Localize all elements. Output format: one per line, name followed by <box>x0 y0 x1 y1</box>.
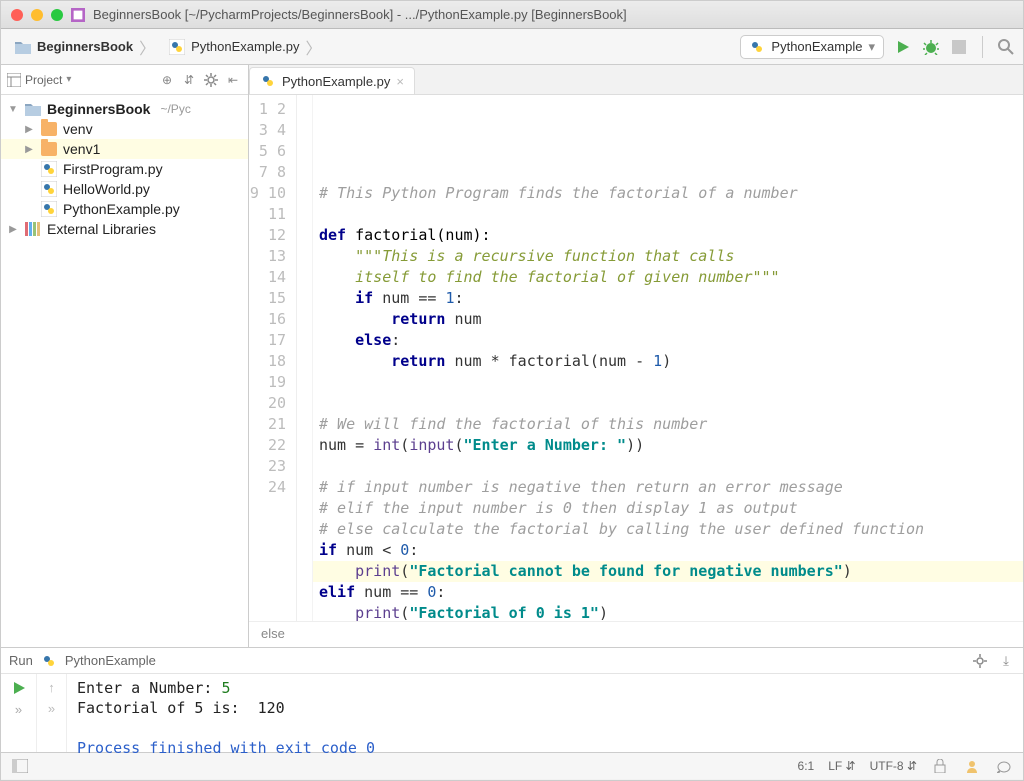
tree-item-label: venv1 <box>63 141 100 157</box>
editor-breadcrumb[interactable]: else <box>249 621 1023 647</box>
editor-tabbar: PythonExample.py × <box>249 65 1023 95</box>
line-number-gutter[interactable]: 1 2 3 4 5 6 7 8 9 10 11 12 13 14 15 16 1… <box>249 95 297 621</box>
python-file-icon <box>41 161 57 177</box>
tree-external-libraries[interactable]: ▶ External Libraries <box>1 219 248 239</box>
tool-window-quick-access-icon[interactable] <box>11 757 29 775</box>
chevron-right-icon: 〉 <box>139 35 155 59</box>
code-content[interactable]: # This Python Program finds the factoria… <box>319 162 1017 621</box>
more-run-actions-icon[interactable]: » <box>15 702 22 717</box>
console-output[interactable]: Enter a Number: 5 Factorial of 5 is: 120… <box>67 674 1023 752</box>
tree-item-venv1[interactable]: ▶ venv1 <box>1 139 248 159</box>
close-tab-icon[interactable]: × <box>396 74 404 89</box>
tree-item-label: PythonExample.py <box>63 201 180 217</box>
project-panel: Project ▾ ⊕ ⇵ ⇤ ▼ BeginnersBook ~/Pyc ▶ … <box>1 65 249 647</box>
python-file-icon <box>41 201 57 217</box>
more-icon[interactable]: » <box>48 701 55 716</box>
project-panel-label: Project <box>25 73 62 87</box>
run-tool-title: PythonExample <box>65 653 156 668</box>
close-window-icon[interactable] <box>11 9 23 21</box>
project-panel-header: Project ▾ ⊕ ⇵ ⇤ <box>1 65 248 95</box>
chevron-down-icon: ▾ <box>66 74 71 85</box>
fold-column[interactable] <box>297 95 313 621</box>
tree-item-label: External Libraries <box>47 221 156 237</box>
toolbar: BeginnersBook 〉 PythonExample.py 〉 Pytho… <box>1 29 1023 65</box>
external-libraries-icon <box>25 222 41 236</box>
chevron-right-icon[interactable]: ▶ <box>23 124 35 135</box>
encoding-selector[interactable]: UTF-8 ⇵ <box>870 759 917 773</box>
window-title: BeginnersBook [~/PycharmProjects/Beginne… <box>93 7 627 22</box>
caret-position[interactable]: 6:1 <box>798 759 815 773</box>
line-ending-selector[interactable]: LF ⇵ <box>828 759 855 773</box>
chevron-down-icon[interactable]: ▼ <box>7 104 19 115</box>
hide-panel-icon[interactable]: ⇤ <box>224 71 242 89</box>
run-toolbar-up: ↑ » <box>37 674 67 752</box>
folder-icon <box>41 142 57 156</box>
stop-button[interactable] <box>950 38 968 56</box>
breadcrumb-root[interactable]: BeginnersBook 〉 <box>9 32 161 62</box>
breadcrumb-file[interactable]: PythonExample.py 〉 <box>163 32 327 62</box>
scroll-from-source-icon[interactable]: ⊕ <box>158 71 176 89</box>
editor-tab-label: PythonExample.py <box>282 74 390 89</box>
project-icon <box>7 73 21 87</box>
tree-item-label: FirstProgram.py <box>63 161 163 177</box>
tree-root[interactable]: ▼ BeginnersBook ~/Pyc <box>1 99 248 119</box>
run-tool-title-prefix: Run <box>9 653 33 668</box>
run-config-selector[interactable]: PythonExample ▾ <box>740 35 884 59</box>
breadcrumb-root-label: BeginnersBook <box>37 39 133 54</box>
window-controls <box>11 9 63 21</box>
python-file-icon <box>169 39 185 55</box>
gear-icon[interactable] <box>971 652 989 670</box>
project-tree[interactable]: ▼ BeginnersBook ~/Pyc ▶ venv ▶ venv1 Fir… <box>1 95 248 243</box>
tree-item-venv[interactable]: ▶ venv <box>1 119 248 139</box>
tree-item-label: HelloWorld.py <box>63 181 150 197</box>
editor-tab[interactable]: PythonExample.py × <box>249 67 415 94</box>
collapse-all-icon[interactable]: ⇵ <box>180 71 198 89</box>
python-file-icon <box>41 653 57 669</box>
tree-item-firstprogram[interactable]: FirstProgram.py <box>1 159 248 179</box>
tree-root-name: BeginnersBook <box>47 101 150 117</box>
run-tool-window: Run PythonExample ⤓ » ↑ » Enter a Number… <box>1 647 1023 752</box>
event-log-icon[interactable] <box>995 757 1013 775</box>
breadcrumb-file-label: PythonExample.py <box>191 39 299 54</box>
python-file-icon <box>749 39 765 55</box>
folder-icon <box>41 122 57 136</box>
python-file-icon <box>41 181 57 197</box>
editor-breadcrumb-label: else <box>261 626 285 641</box>
tree-item-pythonexample[interactable]: PythonExample.py <box>1 199 248 219</box>
pycharm-icon <box>71 8 85 22</box>
up-stack-icon[interactable]: ↑ <box>48 680 55 695</box>
chevron-down-icon: ▾ <box>868 39 875 55</box>
run-config-label: PythonExample <box>771 39 862 54</box>
tree-item-helloworld[interactable]: HelloWorld.py <box>1 179 248 199</box>
run-button[interactable] <box>894 38 912 56</box>
chevron-right-icon[interactable]: ▶ <box>23 144 35 155</box>
run-toolbar-left: » <box>1 674 37 752</box>
tree-root-path: ~/Pyc <box>160 102 190 116</box>
chevron-right-icon: 〉 <box>306 35 322 59</box>
maximize-window-icon[interactable] <box>51 9 63 21</box>
minimize-window-icon[interactable] <box>31 9 43 21</box>
gear-icon[interactable] <box>202 71 220 89</box>
python-file-icon <box>260 73 276 89</box>
module-folder-icon <box>25 102 41 116</box>
titlebar: BeginnersBook [~/PycharmProjects/Beginne… <box>1 1 1023 29</box>
editor: PythonExample.py × 1 2 3 4 5 6 7 8 9 10 … <box>249 65 1023 647</box>
rerun-button[interactable] <box>11 680 27 696</box>
hide-panel-icon[interactable]: ⤓ <box>997 652 1015 670</box>
debug-button[interactable] <box>922 38 940 56</box>
lock-icon[interactable] <box>931 757 949 775</box>
run-tool-header: Run PythonExample ⤓ <box>1 648 1023 674</box>
separator <box>982 36 983 58</box>
search-everywhere-button[interactable] <box>997 38 1015 56</box>
tree-item-label: venv <box>63 121 93 137</box>
hector-icon[interactable] <box>963 757 981 775</box>
code-editor[interactable]: 1 2 3 4 5 6 7 8 9 10 11 12 13 14 15 16 1… <box>249 95 1023 621</box>
chevron-right-icon[interactable]: ▶ <box>7 224 19 235</box>
folder-icon <box>15 40 31 54</box>
